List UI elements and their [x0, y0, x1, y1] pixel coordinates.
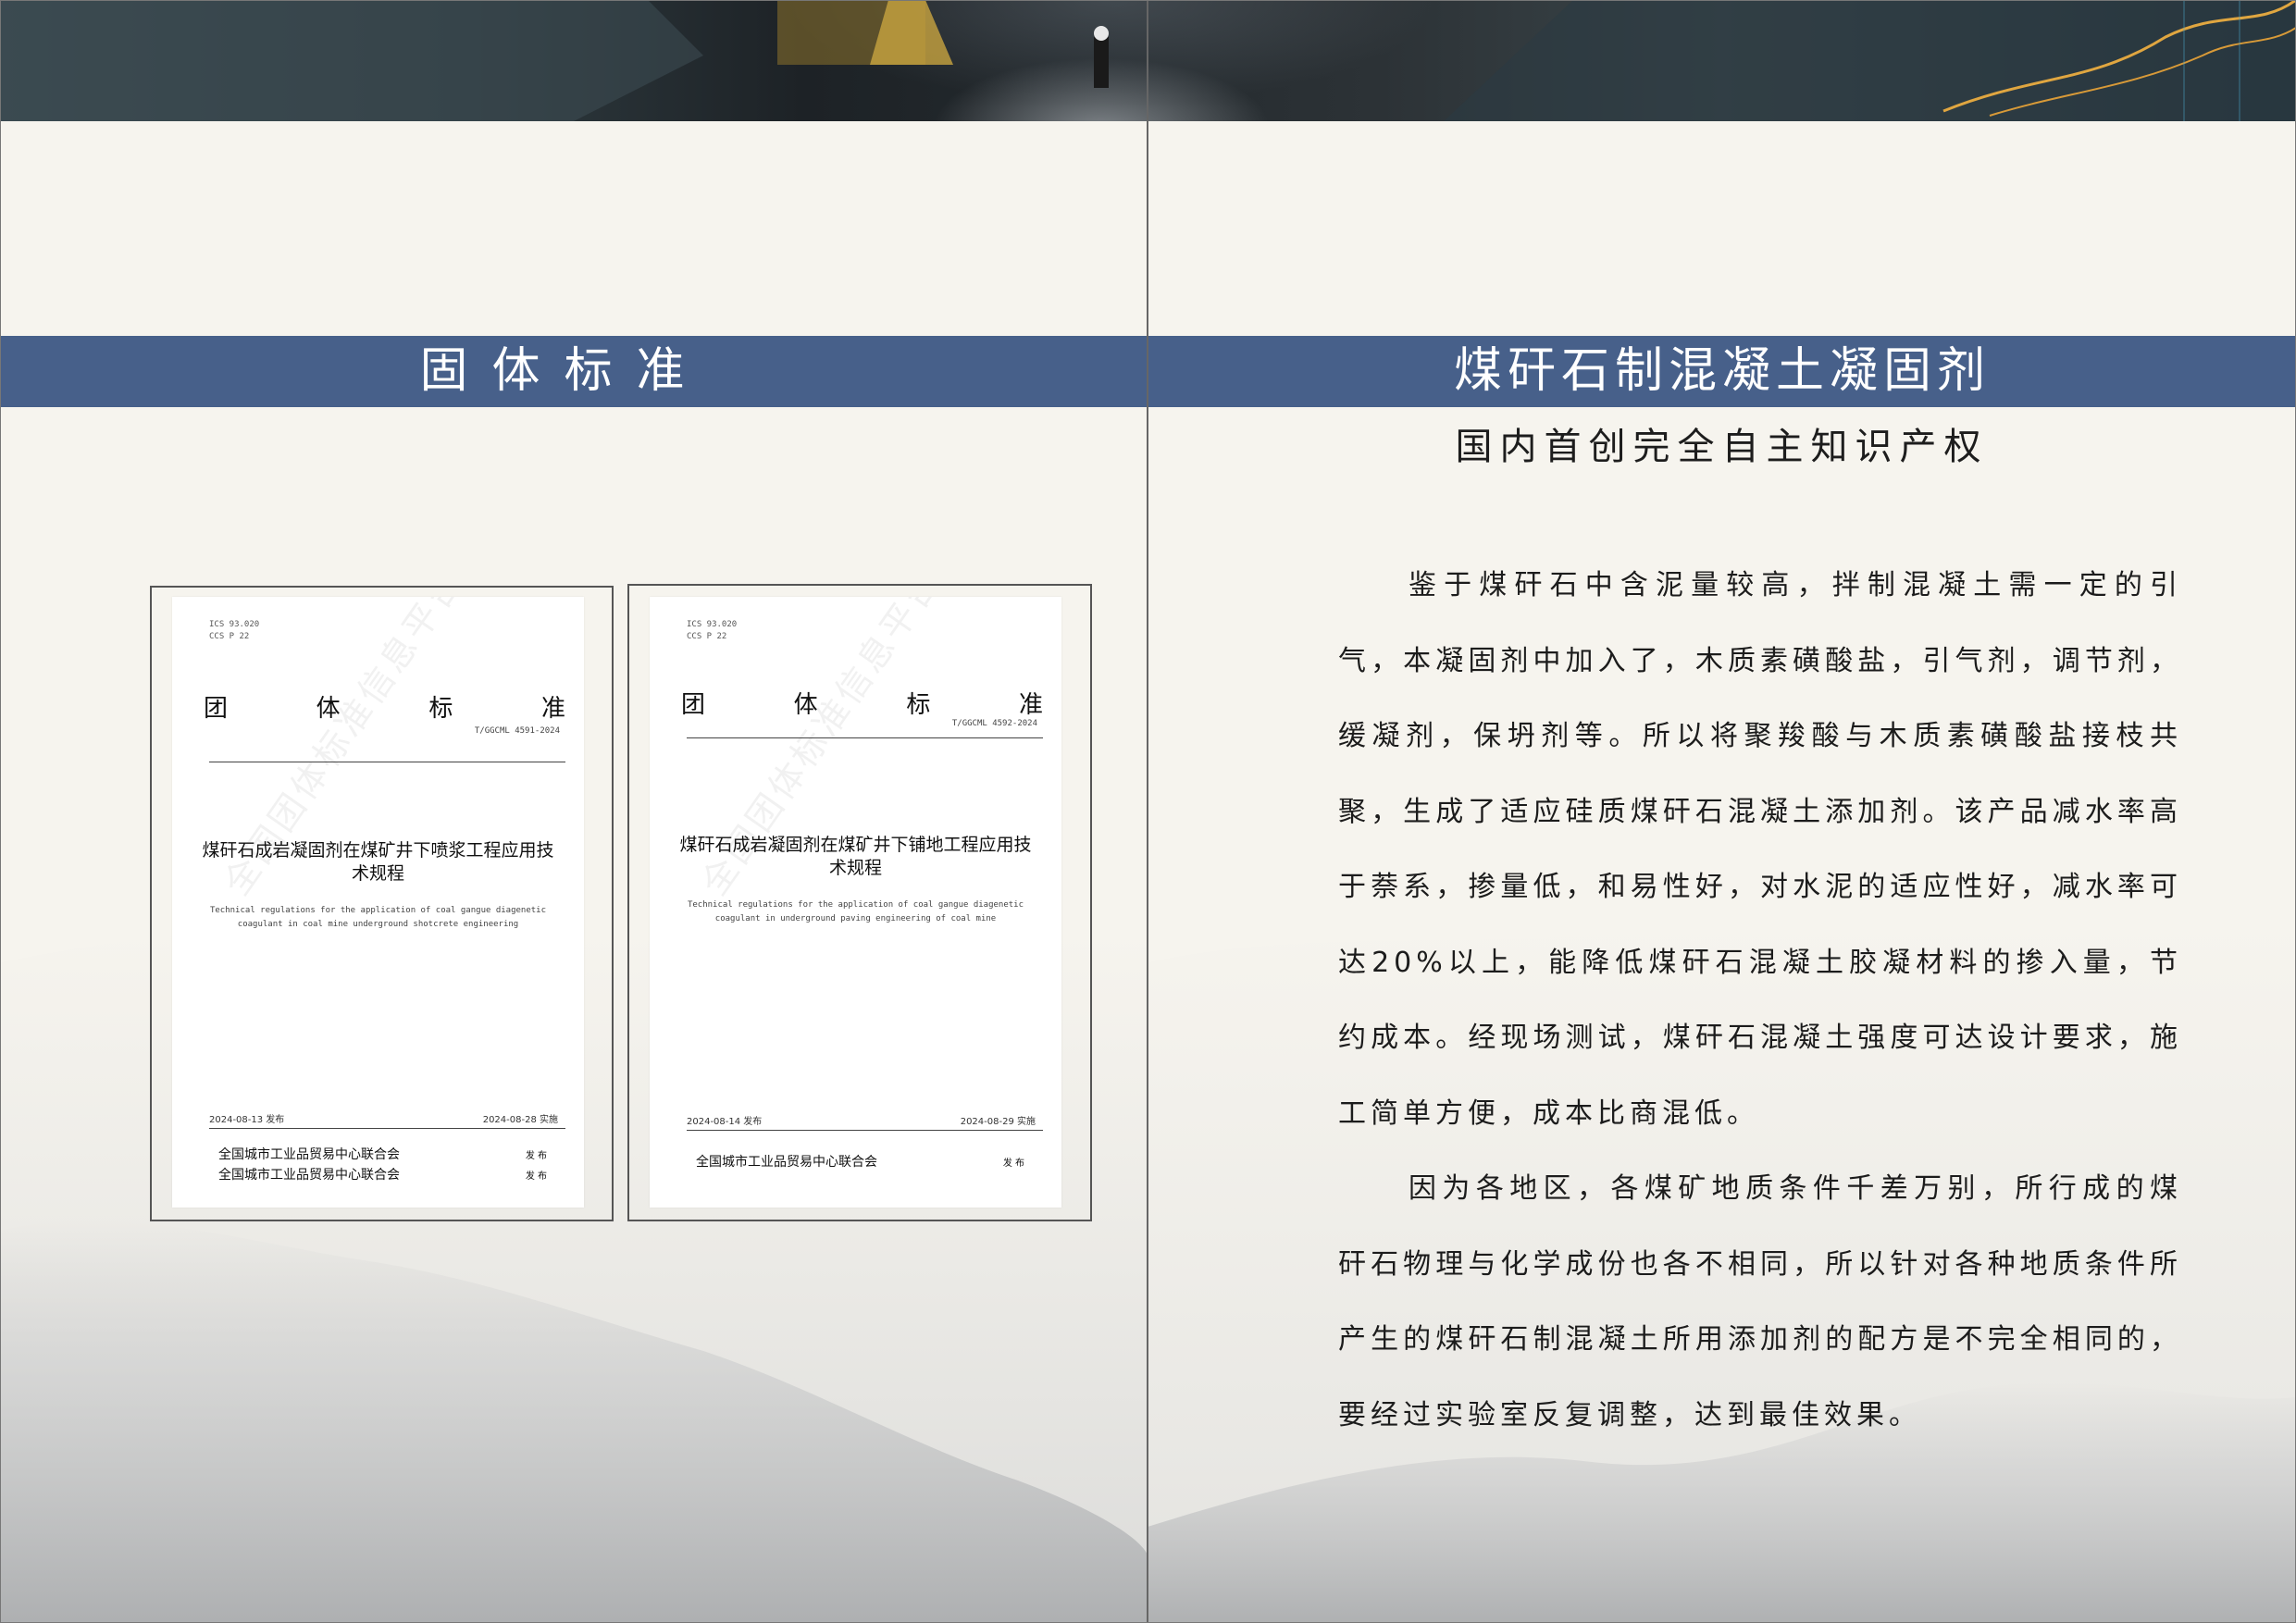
organization-name: 全国城市工业品贸易中心联合会	[218, 1168, 400, 1183]
certificate-cover: ICS 93.020 CCS P 22 全国团体标准信息平台 团 体 标 准 T…	[650, 597, 1061, 1208]
publish-date: 2024-08-14 发布	[687, 1117, 763, 1127]
heading-char: 团	[681, 691, 706, 719]
page-spine	[1147, 0, 1148, 1623]
left-title-bar: 固体标准	[0, 336, 1147, 407]
standard-certificate-1: ICS 93.020 CCS P 22 全国团体标准信息平台 团 体 标 准 T…	[150, 586, 614, 1221]
heading-char: 标	[906, 691, 931, 719]
publish-label: 发 布	[525, 1150, 547, 1161]
effective-date: 2024-08-28 实施	[482, 1115, 558, 1125]
paragraph: 鉴于煤矸石中含泥量较高，拌制混凝土需一定的引气，本凝固剂中加入了，木质素磺酸盐，…	[1338, 569, 2182, 1130]
standard-english-title: Technical regulations for the applicatio…	[687, 900, 1024, 923]
effective-date: 2024-08-29 实施	[960, 1117, 1036, 1127]
ics-code: ICS 93.020 CCS P 22	[209, 619, 259, 643]
organization-name: 全国城市工业品贸易中心联合会	[696, 1155, 877, 1170]
heading-char: 准	[540, 695, 565, 723]
certificate-heading: 团 体 标 准	[681, 686, 1043, 720]
ccs-line: CCS P 22	[687, 632, 727, 641]
heading-char: 团	[204, 695, 229, 723]
organization-name: 全国城市工业品贸易中心联合会	[218, 1147, 400, 1162]
left-page-title: 固体标准	[419, 343, 709, 399]
standard-certificate-2: ICS 93.020 CCS P 22 全国团体标准信息平台 团 体 标 准 T…	[627, 584, 1092, 1221]
issuing-organization: 全国城市工业品贸易中心联合会 发 布	[218, 1165, 547, 1183]
publish-date: 2024-08-13 发布	[209, 1115, 285, 1125]
heading-char: 体	[793, 691, 818, 719]
standard-english-title: Technical regulations for the applicatio…	[209, 906, 547, 929]
right-page-title: 煤矸石制混凝土凝固剂	[1453, 343, 1991, 399]
standard-title: 煤矸石成岩凝固剂在煤矿井下喷浆工程应用技术规程	[202, 840, 554, 884]
standard-number: T/GGCML 4592-2024	[951, 719, 1037, 728]
ics-line: ICS 93.020	[687, 620, 738, 629]
standard-dates: 2024-08-13 发布 2024-08-28 实施	[209, 1111, 558, 1125]
divider	[209, 1128, 565, 1129]
certificate-heading: 团 体 标 准	[204, 689, 565, 724]
certificate-cover: ICS 93.020 CCS P 22 全国团体标准信息平台 团 体 标 准 T…	[172, 597, 584, 1208]
standard-dates: 2024-08-14 发布 2024-08-29 实施	[687, 1113, 1036, 1127]
ics-line: ICS 93.020	[209, 620, 260, 629]
heading-char: 体	[316, 695, 341, 723]
ics-code: ICS 93.020 CCS P 22	[687, 619, 737, 643]
publish-label: 发 布	[525, 1171, 547, 1182]
product-description: 鉴于煤矸石中含泥量较高，拌制混凝土需一定的引气，本凝固剂中加入了，木质素磺酸盐，…	[1338, 548, 2182, 1453]
heading-char: 准	[1018, 691, 1043, 719]
right-page-subtitle: 国内首创完全自主知识产权	[1455, 426, 1989, 468]
paragraph: 因为各地区，各煤矿地质条件千差万别，所行成的煤矸石物理与化学成份也各不相同，所以…	[1338, 1172, 2182, 1431]
right-title-bar: 煤矸石制混凝土凝固剂	[1148, 336, 2296, 407]
divider	[687, 1130, 1043, 1131]
issuing-organization: 全国城市工业品贸易中心联合会 发 布	[218, 1145, 547, 1163]
ccs-line: CCS P 22	[209, 632, 250, 641]
divider	[687, 737, 1043, 738]
publish-label: 发 布	[1002, 1158, 1024, 1169]
standard-number: T/GGCML 4591-2024	[474, 726, 560, 736]
heading-char: 标	[428, 695, 453, 723]
issuing-organization: 全国城市工业品贸易中心联合会 发 布	[696, 1152, 1024, 1171]
standard-title: 煤矸石成岩凝固剂在煤矿井下铺地工程应用技术规程	[679, 835, 1032, 878]
